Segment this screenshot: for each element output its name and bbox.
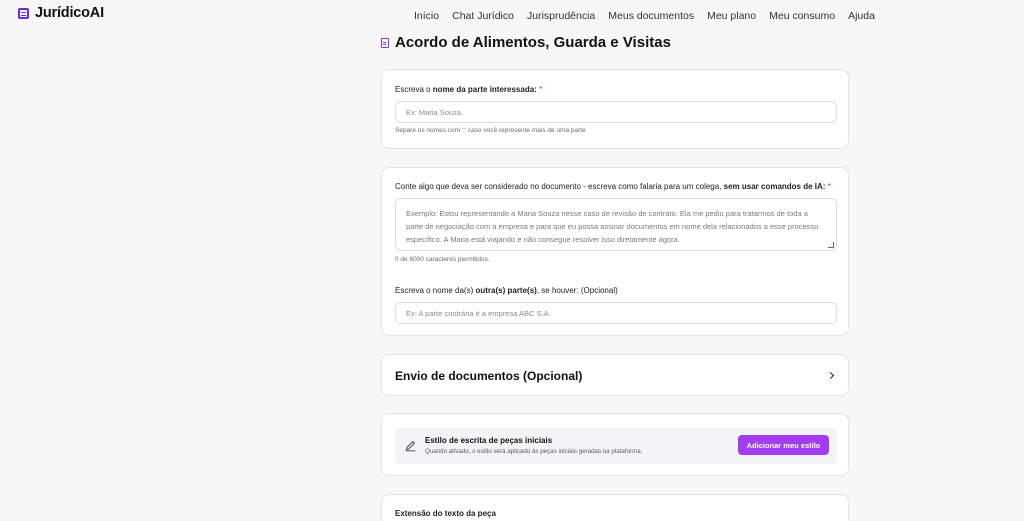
- other-party-input[interactable]: Ex: A parte contrária é a empresa ABC S.…: [395, 302, 837, 324]
- other-party-label: Escreva o nome da(s) outra(s) parte(s), …: [395, 286, 618, 295]
- context-card: Conte algo que deva ser considerado no d…: [381, 167, 849, 336]
- party-name-card: Escreva o nome da parte interessada: * E…: [381, 69, 849, 149]
- documents-accordion[interactable]: Envio de documentos (Opcional): [381, 354, 849, 396]
- resize-handle-icon[interactable]: [828, 242, 834, 248]
- party-name-label: Escreva o nome da parte interessada: *: [395, 85, 543, 94]
- party-name-input[interactable]: Ex: Maria Souza.: [395, 101, 837, 123]
- context-char-count: 0 de 6000 caracteres permitidos.: [395, 256, 490, 263]
- context-label: Conte algo que deva ser considerado no d…: [395, 182, 831, 191]
- brand-name: JurídicoAI: [35, 5, 104, 21]
- nav-item-ajuda[interactable]: Ajuda: [848, 10, 875, 22]
- party-name-hint: Separe os nomes com ';' caso você repres…: [395, 127, 586, 134]
- writing-style-title: Estilo de escrita de peças iniciais: [425, 436, 553, 445]
- page-title-text: Acordo de Alimentos, Guarda e Visitas: [395, 34, 671, 51]
- pen-icon: [405, 441, 416, 452]
- writing-style-card: Estilo de escrita de peças iniciais Quan…: [381, 413, 849, 476]
- add-style-button[interactable]: Adicionar meu estilo: [738, 435, 829, 455]
- nav-item-meus-documentos[interactable]: Meus documentos: [608, 10, 694, 22]
- context-textarea[interactable]: Exemplo: Estou representando a Maria Sou…: [395, 198, 837, 251]
- document-icon: [381, 37, 389, 48]
- nav-item-chat-juridico[interactable]: Chat Jurídico: [452, 10, 514, 22]
- page-title: Acordo de Alimentos, Guarda e Visitas: [381, 34, 671, 51]
- writing-style-description: Quando ativado, o estilo será aplicado à…: [425, 448, 643, 455]
- writing-style-box: Estilo de escrita de peças iniciais Quan…: [395, 428, 837, 464]
- nav-item-meu-plano[interactable]: Meu plano: [707, 10, 756, 22]
- documents-title: Envio de documentos (Opcional): [395, 369, 583, 383]
- nav-item-jurisprudencia[interactable]: Jurisprudência: [527, 10, 595, 22]
- text-length-label: Extensão do texto da peça: [395, 509, 496, 518]
- brand-logo-icon: [18, 7, 29, 19]
- main-nav: Início Chat Jurídico Jurisprudência Meus…: [414, 10, 888, 22]
- top-bar: JurídicoAI Início Chat Jurídico Jurispru…: [0, 0, 1024, 34]
- brand-logo[interactable]: JurídicoAI: [18, 5, 104, 21]
- chevron-right-icon: [826, 371, 835, 380]
- nav-item-meu-consumo[interactable]: Meu consumo: [769, 10, 835, 22]
- nav-item-inicio[interactable]: Início: [414, 10, 439, 22]
- text-length-card: Extensão do texto da peça: [381, 494, 849, 521]
